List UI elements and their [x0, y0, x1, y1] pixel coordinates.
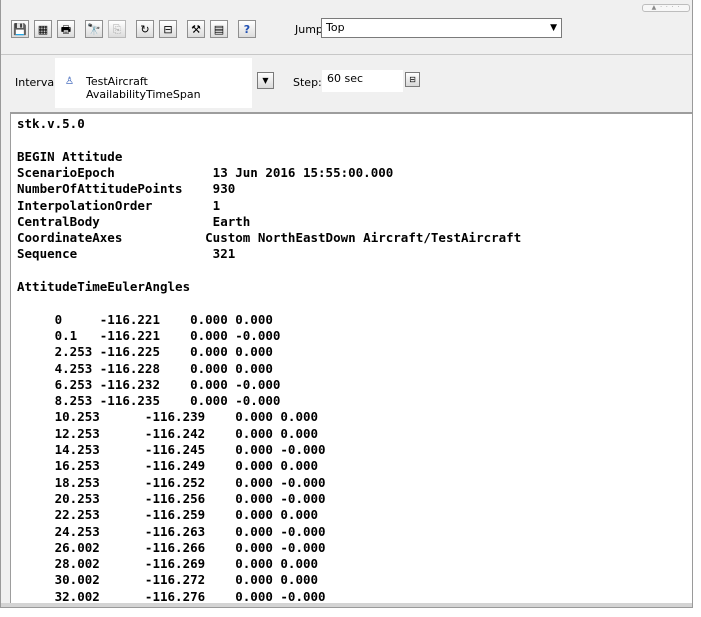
interval-object-icon: ♙ — [65, 76, 74, 87]
filter-icon: ⊟ — [163, 22, 173, 36]
export-icon: ▦ — [37, 22, 49, 36]
report-line: AttitudeTimeEulerAngles — [17, 279, 191, 294]
report-line: 24.253 -116.263 0.000 -0.000 — [17, 523, 326, 539]
refresh-icon: ↻ — [140, 22, 150, 36]
report-line: NumberOfAttitudePoints 930 — [17, 181, 236, 197]
step-options-icon: ⊟ — [409, 75, 416, 84]
refresh-button[interactable]: ↻ — [136, 20, 154, 38]
filter-button[interactable]: ⊟ — [159, 20, 177, 38]
step-input[interactable]: 60 sec — [322, 70, 403, 92]
horizontal-scrollbar[interactable] — [1, 603, 692, 607]
help-button[interactable]: ? — [238, 20, 256, 38]
help-icon: ? — [243, 22, 251, 36]
report-line: Sequence 321 — [17, 246, 236, 262]
chevron-down-icon: ▼ — [550, 23, 557, 33]
report-line: 6.253 -116.232 0.000 -0.000 — [17, 376, 281, 392]
tools-icon: ⚒ — [191, 22, 201, 36]
report-line: CoordinateAxes Custom NorthEastDown Airc… — [17, 230, 522, 246]
report-line: 22.253 -116.259 0.000 0.000 — [17, 507, 319, 523]
properties-icon: ▤ — [213, 22, 225, 36]
toolbar-divider — [1, 54, 692, 55]
report-line: BEGIN Attitude — [17, 148, 123, 164]
report-line: InterpolationOrder 1 — [17, 197, 221, 213]
save-icon: 💾 — [13, 22, 27, 36]
report-text-area[interactable]: stk.v.5.0 BEGIN Attitude ScenarioEpoch 13 … — [10, 112, 692, 607]
report-line: ScenarioEpoch 13 Jun 2016 15:55:00.000 — [17, 164, 394, 180]
find-button[interactable]: 🔭 — [85, 20, 103, 38]
jump-select-value: Top — [326, 21, 345, 34]
export-button[interactable]: ▦ — [34, 20, 52, 38]
step-label: Step: — [293, 76, 322, 89]
tools-button[interactable]: ⚒ — [187, 20, 205, 38]
print-icon: 🖶 — [60, 22, 72, 36]
copy-icon: ⎘ — [112, 22, 122, 36]
jump-select[interactable]: Top ▼ — [321, 18, 562, 38]
report-line: 18.253 -116.252 0.000 -0.000 — [17, 474, 326, 490]
interval-value: TestAircraft AvailabilityTimeSpan — [86, 75, 201, 101]
report-line: 20.253 -116.256 0.000 -0.000 — [17, 490, 326, 506]
report-line: stk.v.5.0 — [17, 116, 85, 131]
report-line: 4.253 -116.228 0.000 0.000 — [17, 360, 273, 376]
print-button[interactable]: 🖶 — [57, 20, 75, 38]
interval-label: Interval: — [15, 76, 61, 89]
report-line: 14.253 -116.245 0.000 -0.000 — [17, 442, 326, 457]
report-line: 12.253 -116.242 0.000 0.000 — [17, 425, 319, 441]
report-line: 28.002 -116.269 0.000 0.000 — [17, 556, 319, 572]
report-line: 16.253 -116.249 0.000 0.000 — [17, 458, 319, 474]
report-window: ▲ · · · · 💾 ▦ 🖶 🔭 ⎘ ↻ ⊟ ⚒ ▤ ? Jump Top ▼… — [0, 0, 693, 608]
report-line: 30.002 -116.272 0.000 0.000 — [17, 572, 319, 588]
report-line: 0 -116.221 0.000 0.000 — [17, 311, 273, 327]
interval-field[interactable]: ♙ TestAircraft AvailabilityTimeSpan — [55, 58, 252, 108]
find-icon: 🔭 — [87, 22, 101, 36]
save-button[interactable]: 💾 — [11, 20, 29, 38]
interval-dropdown-button[interactable]: ▼ — [257, 72, 274, 89]
report-line: 8.253 -116.235 0.000 -0.000 — [17, 393, 281, 409]
report-line: 0.1 -116.221 0.000 -0.000 — [17, 327, 281, 343]
report-line: 2.253 -116.225 0.000 0.000 — [17, 344, 273, 360]
jump-label: Jump — [295, 23, 323, 36]
window-grip[interactable]: ▲ · · · · — [642, 4, 690, 12]
copy-button[interactable]: ⎘ — [108, 20, 126, 38]
report-line: CentralBody Earth — [17, 213, 251, 229]
chevron-down-icon: ▼ — [262, 76, 269, 85]
report-line: 10.253 -116.239 0.000 0.000 — [17, 409, 319, 425]
report-line: 26.002 -116.266 0.000 -0.000 — [17, 539, 326, 555]
step-options-button[interactable]: ⊟ — [405, 72, 420, 87]
properties-button[interactable]: ▤ — [210, 20, 228, 38]
